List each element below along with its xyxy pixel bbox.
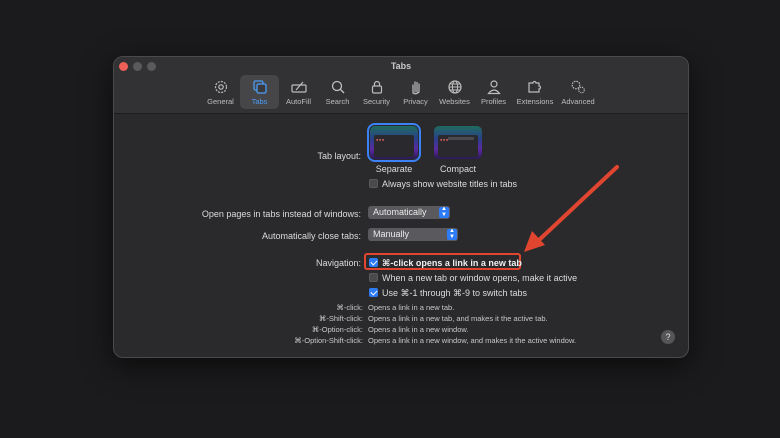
chevron-updown-icon: ▲ ▼ xyxy=(439,206,449,218)
new-tab-make-active-checkbox[interactable] xyxy=(369,273,378,282)
gears-icon xyxy=(569,78,587,96)
tab-search-label: Search xyxy=(325,97,350,106)
tab-autofill-label: AutoFill xyxy=(285,97,311,106)
tab-privacy[interactable]: Privacy xyxy=(396,75,435,109)
tab-layout-separate-option[interactable]: ●●● xyxy=(367,123,421,162)
navigation-label: Navigation: xyxy=(315,258,361,268)
legend-key: ⌘-Option-click: xyxy=(311,325,363,334)
open-pages-label: Open pages in tabs instead of windows: xyxy=(201,209,361,219)
open-pages-value: Automatically xyxy=(373,207,427,217)
tab-websites-label: Websites xyxy=(439,97,470,106)
preview-traffic-lights-icon: ●●● xyxy=(376,137,385,142)
tab-advanced[interactable]: Advanced xyxy=(557,75,599,109)
tab-general-label: General xyxy=(207,97,234,106)
tab-layout-compact-caption: Compact xyxy=(439,164,476,174)
preferences-toolbar: General Tabs AutoFill Search Security Pr… xyxy=(201,75,599,109)
tabs-icon xyxy=(251,78,269,96)
tab-websites[interactable]: Websites xyxy=(435,75,474,109)
tab-search[interactable]: Search xyxy=(318,75,357,109)
window-title: Tabs xyxy=(390,61,412,71)
tab-privacy-label: Privacy xyxy=(403,97,428,106)
legend-key: ⌘-Shift-click: xyxy=(318,314,363,323)
open-pages-popup[interactable]: Automatically ▲ ▼ xyxy=(368,206,450,219)
new-tab-make-active-label: When a new tab or window opens, make it … xyxy=(382,273,578,283)
tab-security-label: Security xyxy=(362,97,391,106)
search-icon xyxy=(329,78,347,96)
puzzle-icon xyxy=(526,78,544,96)
tab-extensions-label: Extensions xyxy=(516,97,554,106)
globe-icon xyxy=(446,78,464,96)
tab-tabs-label: Tabs xyxy=(251,97,268,106)
legend-value: Opens a link in a new tab. xyxy=(368,303,455,312)
tab-profiles[interactable]: Profiles xyxy=(474,75,513,109)
tabs-preferences-pane: Tab layout: ●●● Separate ●●● Compact Alw… xyxy=(114,114,688,357)
preview-tabstrip-icon xyxy=(448,137,474,140)
tab-layout-label: Tab layout: xyxy=(317,151,361,161)
lock-icon xyxy=(368,78,386,96)
cmd-number-switch-tabs-label: Use ⌘-1 through ⌘-9 to switch tabs xyxy=(382,288,528,298)
cmd-click-new-tab-checkbox[interactable] xyxy=(369,258,378,267)
cmd-number-switch-tabs-checkbox[interactable] xyxy=(369,288,378,297)
tab-tabs[interactable]: Tabs xyxy=(240,75,279,109)
legend-key: ⌘-Option-Shift-click: xyxy=(294,336,363,345)
tab-extensions[interactable]: Extensions xyxy=(513,75,557,109)
hand-icon xyxy=(407,78,425,96)
always-show-titles-checkbox[interactable] xyxy=(369,179,378,188)
tab-profiles-label: Profiles xyxy=(480,97,506,106)
tab-layout-separate-caption: Separate xyxy=(375,164,413,174)
preferences-window: Tabs General Tabs AutoFill Search Securi… xyxy=(113,56,689,358)
autofill-icon xyxy=(290,78,308,96)
auto-close-popup[interactable]: Manually ▲ ▼ xyxy=(368,228,458,241)
auto-close-value: Manually xyxy=(373,229,410,239)
tab-general[interactable]: General xyxy=(201,75,240,109)
title-bar: Tabs General Tabs AutoFill Search Securi… xyxy=(114,57,688,114)
tab-layout-compact-option[interactable]: ●●● xyxy=(434,126,482,159)
legend-value: Opens a link in a new window. xyxy=(368,325,469,334)
auto-close-label: Automatically close tabs: xyxy=(261,231,361,241)
legend-value: Opens a link in a new tab, and makes it … xyxy=(368,314,548,323)
cmd-click-new-tab-label: ⌘-click opens a link in a new tab xyxy=(382,258,522,268)
tab-security[interactable]: Security xyxy=(357,75,396,109)
person-icon xyxy=(485,78,503,96)
legend-key: ⌘-click: xyxy=(336,303,363,312)
tab-advanced-label: Advanced xyxy=(561,97,595,106)
legend-value: Opens a link in a new window, and makes … xyxy=(368,336,577,345)
always-show-titles-label: Always show website titles in tabs xyxy=(382,179,518,189)
help-button[interactable]: ? xyxy=(661,330,675,344)
chevron-updown-icon: ▲ ▼ xyxy=(447,228,457,240)
gear-icon xyxy=(212,78,230,96)
tab-autofill[interactable]: AutoFill xyxy=(279,75,318,109)
